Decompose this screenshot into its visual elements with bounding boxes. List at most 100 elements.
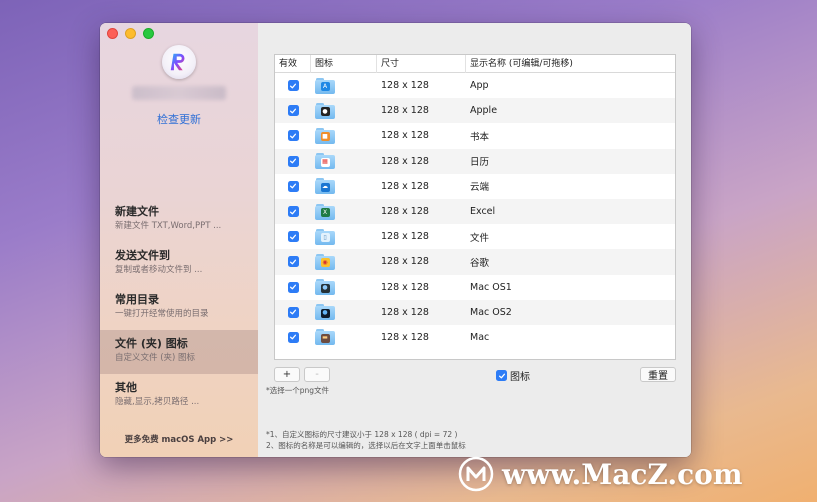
table-row[interactable]: ▬ 128 x 128 Mac [275, 325, 675, 350]
valid-checkbox[interactable] [287, 155, 299, 167]
table-row[interactable]: ● 128 x 128 Mac OS1 [275, 275, 675, 300]
valid-checkbox[interactable] [287, 80, 299, 92]
sidebar-item-subtitle: 隐藏,显示,拷贝路径 ... [115, 397, 200, 407]
valid-checkbox[interactable] [287, 206, 299, 218]
reset-button[interactable]: 重置 [640, 367, 676, 382]
column-header-icon[interactable]: 图标 [311, 55, 377, 73]
table-row[interactable]: ● 128 x 128 Apple [275, 98, 675, 124]
sidebar-item-title: 常用目录 [115, 293, 159, 306]
main-panel: 有效 图标 尺寸 显示名称 (可编辑/可拖移) A 128 x 128 App ● 12… [258, 23, 691, 457]
valid-cell [275, 224, 311, 249]
note-line: 2、图标的名称是可以编辑的，选择以后在文字上面单击鼠标 [266, 441, 466, 450]
minimize-window-button[interactable] [125, 28, 136, 39]
table-row[interactable]: ◉ 128 x 128 谷歌 [275, 249, 675, 275]
app-store-icon: A [315, 77, 335, 94]
valid-checkbox[interactable] [287, 331, 299, 343]
valid-checkbox[interactable] [287, 306, 299, 318]
name-cell[interactable]: 谷歌 [466, 249, 675, 274]
column-header-name[interactable]: 显示名称 (可编辑/可拖移) [466, 55, 675, 73]
size-cell: 128 x 128 [381, 331, 429, 343]
sidebar-item-subtitle: 自定义文件 (夹) 图标 [115, 353, 196, 363]
name-cell[interactable]: Excel [466, 199, 675, 224]
sidebar-item-other[interactable]: 其他 隐藏,显示,拷贝路径 ... [100, 374, 258, 418]
macz-logo-icon [458, 456, 494, 492]
valid-checkbox[interactable] [287, 180, 299, 192]
more-apps-link[interactable]: 更多免费 macOS App >> [100, 433, 258, 445]
icon-cell[interactable]: ☁ [311, 174, 377, 199]
column-header-size[interactable]: 尺寸 [377, 55, 466, 73]
sidebar-item-title: 发送文件到 [115, 249, 170, 262]
notes: *1、自定义图标的尺寸建议小于 128 x 128 ( dpi = 72 ) 2… [266, 429, 466, 451]
sidebar-item-subtitle: 复制或者移动文件到 ... [115, 265, 203, 275]
icon-toggle[interactable]: 图标 [496, 368, 530, 383]
watermark-text: www.MacZ.com [502, 457, 743, 491]
valid-cell [275, 249, 311, 274]
valid-checkbox[interactable] [287, 256, 299, 268]
size-cell: 128 x 128 [381, 80, 429, 92]
table-controls: + - 图标 重置 [274, 367, 676, 383]
table-row[interactable]: A 128 x 128 App [275, 73, 675, 98]
excel-icon: X [315, 203, 335, 220]
icon-cell[interactable]: ▯ [311, 224, 377, 249]
blurred-app-name [132, 86, 226, 100]
name-cell[interactable]: 文件 [466, 224, 675, 249]
table-row[interactable]: ▯ 128 x 128 文件 [275, 224, 675, 249]
close-window-button[interactable] [107, 28, 118, 39]
name-cell[interactable]: 书本 [466, 123, 675, 148]
check-update-link[interactable]: 检查更新 [100, 111, 258, 127]
valid-cell [275, 174, 311, 199]
app-window: 检查更新 新建文件 新建文件 TXT,Word,PPT ... 发送文件到 复制… [100, 23, 691, 457]
sidebar-item-folder-icons[interactable]: 文件 (夹) 图标 自定义文件 (夹) 图标 [100, 330, 258, 374]
maximize-window-button[interactable] [143, 28, 154, 39]
table-row[interactable]: X 128 x 128 Excel [275, 198, 675, 225]
valid-checkbox[interactable] [287, 231, 299, 243]
sidebar-item-subtitle: 新建文件 TXT,Word,PPT ... [115, 221, 222, 231]
size-cell: 128 x 128 [381, 105, 429, 117]
table-row[interactable]: ■ 128 x 128 书本 [275, 123, 675, 148]
name-cell[interactable]: Mac OS2 [466, 300, 675, 325]
valid-checkbox[interactable] [287, 105, 299, 117]
sidebar-item-common-dirs[interactable]: 常用目录 一键打开经常使用的目录 [100, 286, 258, 330]
table-row[interactable]: ● 128 x 128 Mac OS2 [275, 299, 675, 325]
valid-checkbox[interactable] [287, 281, 299, 293]
table-row[interactable]: ▦ 128 x 128 日历 [275, 148, 675, 174]
document-icon: ▯ [315, 228, 335, 245]
valid-cell [275, 123, 311, 148]
size-cell: 128 x 128 [381, 306, 429, 318]
size-cell: 128 x 128 [381, 206, 429, 218]
name-cell[interactable]: 云端 [466, 174, 675, 199]
icon-cell[interactable]: X [311, 199, 377, 224]
valid-cell [275, 325, 311, 350]
add-button[interactable]: + [274, 367, 300, 382]
icon-toggle-checkbox[interactable] [496, 370, 507, 381]
icon-cell[interactable]: ▬ [311, 325, 377, 350]
table-row[interactable]: ☁ 128 x 128 云端 [275, 174, 675, 199]
valid-cell [275, 300, 311, 325]
name-cell[interactable]: Apple [466, 98, 675, 123]
name-cell[interactable]: Mac OS1 [466, 275, 675, 300]
remove-button[interactable]: - [304, 367, 330, 382]
name-cell[interactable]: App [466, 73, 675, 98]
column-header-valid[interactable]: 有效 [275, 55, 311, 73]
icon-cell[interactable]: ● [311, 300, 377, 325]
icon-toggle-label: 图标 [510, 372, 530, 383]
book-icon: ■ [315, 127, 335, 144]
icon-table: 有效 图标 尺寸 显示名称 (可编辑/可拖移) A 128 x 128 App ● 12… [274, 54, 676, 360]
icon-cell[interactable]: ● [311, 275, 377, 300]
name-cell[interactable]: 日历 [466, 149, 675, 174]
table-body: A 128 x 128 App ● 128 x 128 Apple ■ 128 x 128 书本… [275, 73, 675, 350]
icon-cell[interactable]: ● [311, 98, 377, 123]
name-cell[interactable]: Mac [466, 325, 675, 350]
icon-cell[interactable]: ■ [311, 123, 377, 148]
sidebar-item-new-file[interactable]: 新建文件 新建文件 TXT,Word,PPT ... [100, 198, 258, 242]
sidebar-item-send-to[interactable]: 发送文件到 复制或者移动文件到 ... [100, 242, 258, 286]
valid-cell [275, 98, 311, 123]
icon-cell[interactable]: A [311, 73, 377, 98]
sidebar: 检查更新 新建文件 新建文件 TXT,Word,PPT ... 发送文件到 复制… [100, 23, 258, 457]
hint-text: *选择一个png文件 [266, 386, 330, 395]
valid-checkbox[interactable] [287, 130, 299, 142]
icon-cell[interactable]: ▦ [311, 149, 377, 174]
chrome-icon: ◉ [315, 253, 335, 270]
icon-cell[interactable]: ◉ [311, 249, 377, 274]
size-cell: 128 x 128 [381, 231, 429, 243]
